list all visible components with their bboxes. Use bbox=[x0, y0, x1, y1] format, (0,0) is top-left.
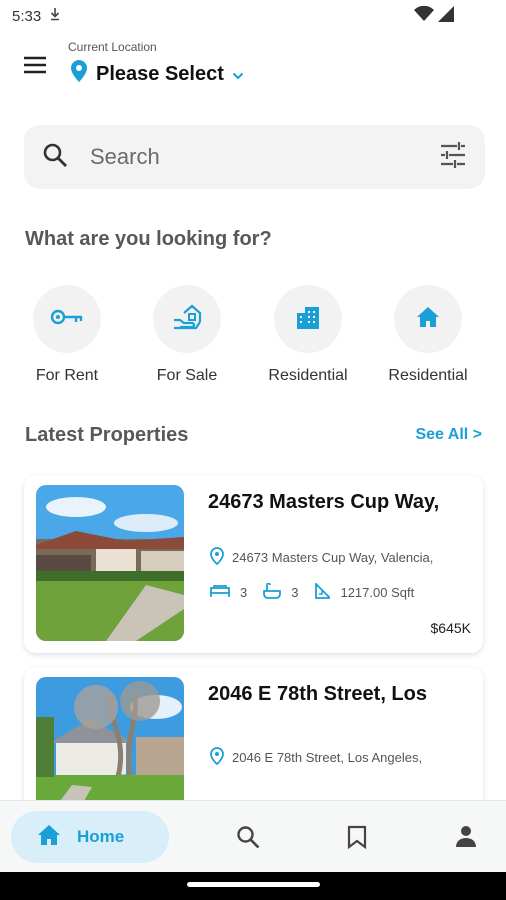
category-icon-wrap bbox=[33, 285, 101, 353]
status-time: 5:33 bbox=[12, 7, 42, 25]
latest-properties-title: Latest Properties bbox=[25, 424, 189, 446]
category-icon-wrap bbox=[274, 285, 342, 353]
area-spec: 1217.00 Sqft bbox=[314, 581, 415, 602]
nav-home-label: Home bbox=[77, 827, 125, 846]
nav-home-button[interactable]: Home bbox=[11, 811, 169, 863]
download-icon bbox=[49, 7, 61, 25]
search-icon bbox=[42, 142, 68, 173]
property-title: 2046 E 78th Street, Los bbox=[208, 683, 427, 705]
menu-icon[interactable] bbox=[22, 54, 48, 76]
category-label: For Rent bbox=[35, 367, 99, 384]
property-address-text: 2046 E 78th Street, Los Angeles, bbox=[232, 750, 423, 765]
category-label: Residential bbox=[268, 367, 348, 384]
category-icon-wrap bbox=[394, 285, 462, 353]
location-pin-icon bbox=[210, 747, 224, 768]
search-input[interactable]: Search bbox=[90, 144, 439, 170]
property-card[interactable]: 24673 Masters Cup Way, 24673 Masters Cup… bbox=[24, 475, 483, 653]
category-for-rent[interactable]: For Rent bbox=[12, 285, 122, 385]
location-value: Please Select bbox=[96, 62, 224, 85]
property-address: 2046 E 78th Street, Los Angeles, bbox=[210, 747, 422, 768]
category-residential-building[interactable]: Residential bbox=[253, 285, 363, 385]
category-label: For Sale bbox=[156, 367, 218, 384]
property-specs: 3 3 1217.00 Sqft bbox=[210, 581, 420, 602]
property-price: $645K bbox=[430, 620, 471, 636]
category-for-sale[interactable]: For Sale bbox=[132, 285, 242, 385]
categories-title: What are you looking for? bbox=[25, 228, 272, 250]
nav-profile-icon[interactable] bbox=[455, 825, 477, 852]
location-pin-icon bbox=[210, 547, 224, 568]
property-address: 24673 Masters Cup Way, Valencia, bbox=[210, 547, 433, 568]
search-bar[interactable]: Search bbox=[24, 125, 485, 189]
filter-icon[interactable] bbox=[439, 141, 467, 173]
wifi-icon bbox=[414, 5, 434, 26]
property-address-text: 24673 Masters Cup Way, Valencia, bbox=[232, 550, 434, 565]
header: Current Location Please Select bbox=[0, 34, 506, 104]
home-icon bbox=[416, 306, 440, 333]
area-value: 1217.00 Sqft bbox=[340, 585, 415, 600]
see-all-link[interactable]: See All > bbox=[415, 426, 482, 444]
property-title: 24673 Masters Cup Way, bbox=[208, 491, 440, 513]
bottom-nav: Home bbox=[0, 800, 506, 872]
ruler-triangle-icon bbox=[314, 581, 333, 602]
location-pin-icon bbox=[70, 60, 88, 88]
beds-spec: 3 bbox=[210, 584, 247, 601]
property-photo bbox=[36, 485, 184, 641]
baths-value: 3 bbox=[291, 585, 299, 600]
chevron-down-icon bbox=[232, 63, 244, 86]
building-icon bbox=[295, 305, 321, 334]
gesture-bar bbox=[0, 872, 506, 900]
category-residential-home[interactable]: Residential bbox=[373, 285, 483, 385]
nav-search-icon[interactable] bbox=[236, 825, 260, 854]
category-icon-wrap bbox=[153, 285, 221, 353]
baths-spec: 3 bbox=[263, 582, 299, 602]
category-list: For Rent For Sale Residential Residentia… bbox=[0, 285, 506, 385]
key-icon bbox=[50, 306, 84, 333]
category-label: Residential bbox=[388, 367, 468, 384]
status-bar: 5:33 bbox=[0, 0, 506, 32]
gesture-handle[interactable] bbox=[187, 882, 320, 887]
bath-icon bbox=[263, 582, 282, 602]
current-location-label: Current Location bbox=[68, 40, 157, 54]
home-icon bbox=[37, 824, 61, 851]
location-selector[interactable]: Please Select bbox=[70, 60, 244, 88]
signal-icon bbox=[438, 6, 454, 26]
bed-icon bbox=[210, 584, 230, 601]
nav-bookmark-icon[interactable] bbox=[347, 825, 367, 854]
hand-house-icon bbox=[172, 303, 202, 336]
beds-value: 3 bbox=[240, 585, 248, 600]
